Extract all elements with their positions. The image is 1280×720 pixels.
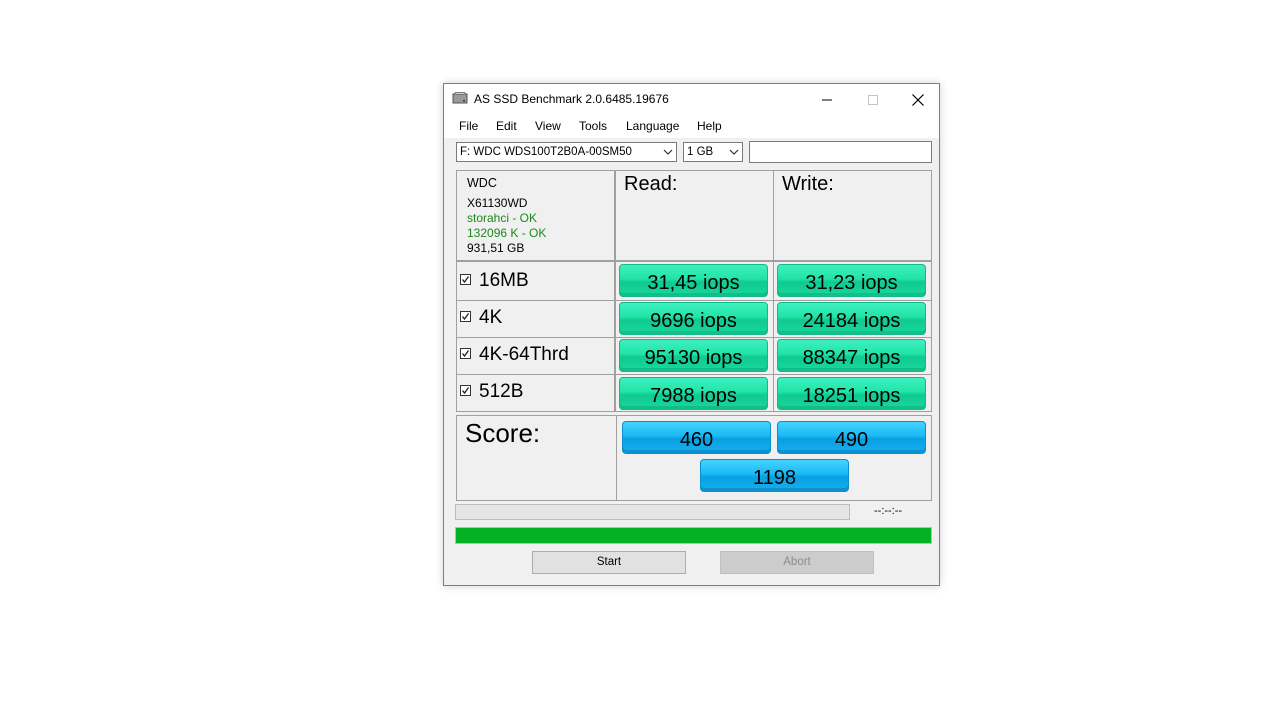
menu-file[interactable]: File: [459, 119, 478, 133]
size-select-value: 1 GB: [687, 146, 714, 158]
menu-language[interactable]: Language: [626, 119, 679, 133]
test-label-cell: 4K-64Thrd: [456, 337, 615, 375]
menu-edit[interactable]: Edit: [496, 119, 517, 133]
size-select[interactable]: 1 GB: [683, 142, 743, 162]
test-progress-bar: [455, 504, 850, 520]
read-header-cell: Read:: [615, 170, 774, 261]
score-label-cell: Score:: [456, 415, 617, 501]
write-result: 18251 iops: [777, 377, 926, 410]
driver-status: storahci - OK: [467, 211, 538, 225]
title-bar[interactable]: AS SSD Benchmark 2.0.6485.19676: [444, 84, 939, 114]
test-checkbox[interactable]: [460, 348, 471, 359]
test-label-cell: 16MB: [456, 261, 615, 301]
drive-vendor: WDC: [467, 176, 497, 190]
write-header: Write:: [782, 173, 834, 195]
test-label: 4K: [460, 307, 502, 329]
test-checkbox[interactable]: [460, 274, 471, 285]
start-button[interactable]: Start: [532, 551, 686, 574]
close-button[interactable]: [895, 84, 941, 114]
test-name: 4K-64Thrd: [479, 344, 569, 365]
overall-progress-fill: [456, 528, 931, 543]
read-result: 9696 iops: [619, 302, 768, 335]
minimize-button[interactable]: [804, 84, 850, 114]
maximize-button[interactable]: [850, 84, 896, 114]
read-header: Read:: [624, 173, 678, 195]
menu-bar: File Edit View Tools Language Help: [444, 114, 939, 138]
elapsed-time: --:--:--: [874, 505, 903, 517]
test-label: 4K-64Thrd: [460, 344, 569, 366]
write-result: 31,23 iops: [777, 264, 926, 297]
write-header-cell: Write:: [773, 170, 932, 261]
test-label: 16MB: [460, 270, 529, 292]
menu-tools[interactable]: Tools: [579, 119, 607, 133]
name-input[interactable]: [749, 141, 932, 163]
drive-icon: [452, 92, 468, 104]
write-result: 24184 iops: [777, 302, 926, 335]
checkmark-icon: [461, 276, 470, 284]
chevron-down-icon: [663, 149, 673, 155]
chevron-down-icon: [729, 149, 739, 155]
drive-select[interactable]: F: WDC WDS100T2B0A-00SM50: [456, 142, 677, 162]
read-result: 7988 iops: [619, 377, 768, 410]
maximize-icon: [868, 95, 878, 106]
checkmark-icon: [461, 350, 470, 358]
test-checkbox[interactable]: [460, 311, 471, 322]
close-icon: [912, 94, 924, 107]
test-name: 4K: [479, 307, 503, 328]
read-score: 460: [622, 421, 771, 454]
menu-view[interactable]: View: [535, 119, 561, 133]
test-name: 512B: [479, 381, 524, 402]
alignment-status: 132096 K - OK: [467, 226, 547, 240]
minimize-icon: [822, 99, 832, 101]
test-label-cell: 512B: [456, 374, 615, 412]
write-result: 88347 iops: [777, 339, 926, 372]
drive-capacity: 931,51 GB: [467, 241, 525, 255]
write-score: 490: [777, 421, 926, 454]
drive-select-value: F: WDC WDS100T2B0A-00SM50: [460, 146, 632, 158]
read-result: 95130 iops: [619, 339, 768, 372]
abort-button[interactable]: Abort: [720, 551, 874, 574]
checkmark-icon: [461, 387, 470, 395]
test-name: 16MB: [479, 270, 529, 291]
test-label-cell: 4K: [456, 300, 615, 338]
test-checkbox[interactable]: [460, 385, 471, 396]
drive-firmware: X61130WD: [467, 196, 528, 210]
total-score: 1198: [700, 459, 849, 492]
menu-help[interactable]: Help: [697, 119, 722, 133]
drive-info-panel: WDC X61130WD storahci - OK 132096 K - OK…: [456, 170, 615, 261]
results-grid: WDC X61130WD storahci - OK 132096 K - OK…: [456, 170, 932, 501]
checkmark-icon: [461, 313, 470, 321]
window-title: AS SSD Benchmark 2.0.6485.19676: [474, 92, 669, 106]
read-result: 31,45 iops: [619, 264, 768, 297]
score-label: Score:: [465, 418, 541, 448]
overall-progress-bar: [455, 527, 932, 544]
test-label: 512B: [460, 381, 523, 403]
app-window: AS SSD Benchmark 2.0.6485.19676 File Edi…: [443, 83, 940, 586]
